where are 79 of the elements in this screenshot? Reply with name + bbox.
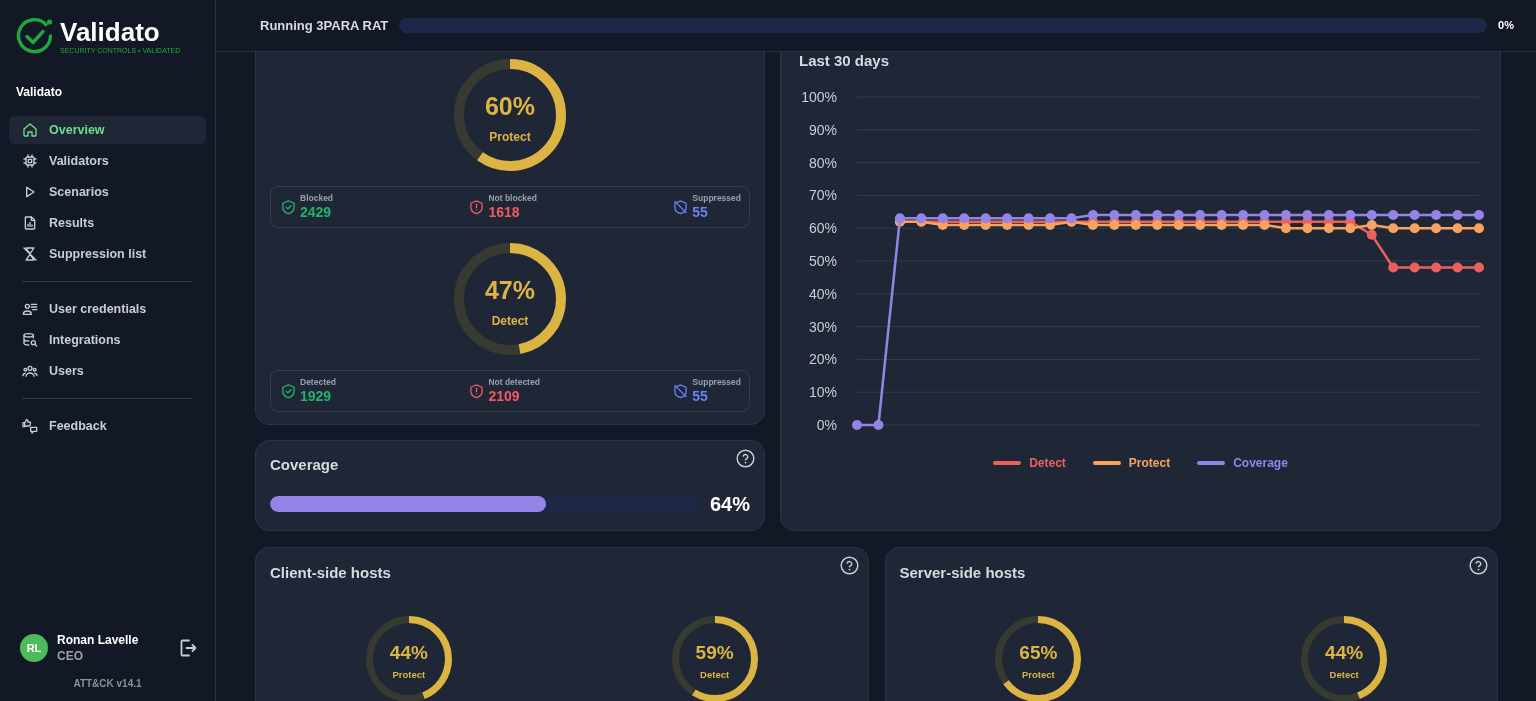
avatar: RL bbox=[20, 634, 48, 662]
stat-value: 55 bbox=[692, 204, 709, 221]
gauge-label: Detect bbox=[491, 313, 529, 329]
nav-item[interactable]: Scenarios bbox=[9, 178, 206, 206]
shield-check-icon bbox=[281, 383, 296, 399]
stat-label: Blocked bbox=[300, 193, 334, 204]
nav-item[interactable]: Users bbox=[9, 357, 206, 385]
gauge-value: 60% bbox=[484, 91, 535, 120]
stat-value: 2109 bbox=[488, 388, 521, 405]
card-title: Coverage bbox=[270, 455, 339, 475]
progress-percent: 0% bbox=[1498, 18, 1514, 34]
legend-label[interactable]: Protect bbox=[1128, 455, 1171, 471]
nav-item[interactable]: User credentials bbox=[9, 295, 206, 323]
legend-label[interactable]: Detect bbox=[1029, 455, 1066, 471]
card-title: Server-side hosts bbox=[899, 563, 1026, 583]
axis-label: 50% bbox=[808, 253, 837, 269]
axis-label: 30% bbox=[808, 318, 837, 335]
document-chart-icon bbox=[22, 215, 38, 231]
axis-label: 10% bbox=[808, 384, 837, 401]
check-circle-logo-icon bbox=[16, 17, 53, 55]
axis-label: 40% bbox=[808, 285, 837, 302]
stat-label: Not blocked bbox=[488, 193, 538, 204]
stat-label: Suppressed bbox=[692, 377, 741, 388]
gauge-label: Protect bbox=[392, 668, 426, 681]
nav-item[interactable]: Suppression list bbox=[9, 240, 206, 268]
help-icon[interactable] bbox=[1469, 556, 1488, 575]
database-search-icon bbox=[22, 332, 38, 348]
nav-item[interactable]: Integrations bbox=[9, 326, 206, 354]
shield-off-icon bbox=[673, 383, 689, 399]
nav-item[interactable]: Feedback bbox=[9, 412, 206, 440]
brand-name: Validato bbox=[60, 17, 161, 46]
axis-label: 70% bbox=[808, 187, 837, 204]
axis-label: 90% bbox=[808, 121, 837, 138]
gauge-label: Detect bbox=[700, 668, 730, 681]
gauge-value: 44% bbox=[389, 641, 428, 664]
card-title: Last 30 days bbox=[798, 52, 890, 71]
gauge-value: 44% bbox=[1325, 641, 1364, 664]
gauge-label: Protect bbox=[489, 129, 531, 145]
nav-item[interactable]: Results bbox=[9, 209, 206, 237]
help-icon[interactable] bbox=[839, 556, 859, 575]
axis-label: 60% bbox=[808, 220, 837, 237]
chip-icon bbox=[22, 153, 38, 169]
shield-alert-icon bbox=[469, 383, 485, 399]
stat-value: 1929 bbox=[300, 388, 333, 405]
shield-check-icon bbox=[281, 199, 296, 215]
user-name: Ronan Lavelle bbox=[57, 632, 139, 648]
stat-label: Not detected bbox=[488, 377, 540, 388]
shield-alert-icon bbox=[469, 199, 485, 215]
stat-value: 1618 bbox=[488, 204, 521, 221]
gauge-value: 59% bbox=[695, 641, 734, 664]
gauge-value: 65% bbox=[1019, 641, 1058, 664]
gauge-value: 47% bbox=[484, 275, 535, 304]
shield-off-icon bbox=[673, 199, 689, 215]
coverage-percent: 64% bbox=[709, 494, 750, 514]
gauge-label: Protect bbox=[1022, 668, 1055, 681]
axis-label: 80% bbox=[808, 154, 837, 171]
nav-item[interactable]: Validators bbox=[9, 147, 206, 175]
version-label: ATT&CK v14.1 bbox=[73, 678, 142, 690]
axis-label: 20% bbox=[808, 351, 837, 368]
thumbs-up-bubble-icon bbox=[22, 418, 38, 434]
card-title: Client-side hosts bbox=[270, 563, 391, 583]
stat-label: Suppressed bbox=[692, 193, 741, 204]
stat-label: Detected bbox=[300, 377, 336, 388]
legend-label[interactable]: Coverage bbox=[1233, 455, 1288, 471]
axis-label: 0% bbox=[816, 417, 837, 433]
gauge-label: Detect bbox=[1329, 668, 1359, 681]
stat-value: 2429 bbox=[300, 204, 333, 221]
slashed-hourglass-icon bbox=[22, 246, 38, 262]
task-label: Running 3PARA RAT bbox=[260, 16, 389, 35]
home-icon bbox=[22, 122, 38, 138]
users-icon bbox=[22, 363, 38, 379]
logout-icon[interactable] bbox=[180, 639, 197, 657]
axis-label: 100% bbox=[801, 89, 837, 105]
section-title: Validato bbox=[15, 84, 62, 100]
user-role: CEO bbox=[57, 648, 84, 664]
stat-value: 55 bbox=[692, 388, 709, 405]
nav-item[interactable]: Overview bbox=[9, 116, 206, 144]
user-list-icon bbox=[22, 301, 38, 317]
help-icon[interactable] bbox=[736, 449, 755, 468]
